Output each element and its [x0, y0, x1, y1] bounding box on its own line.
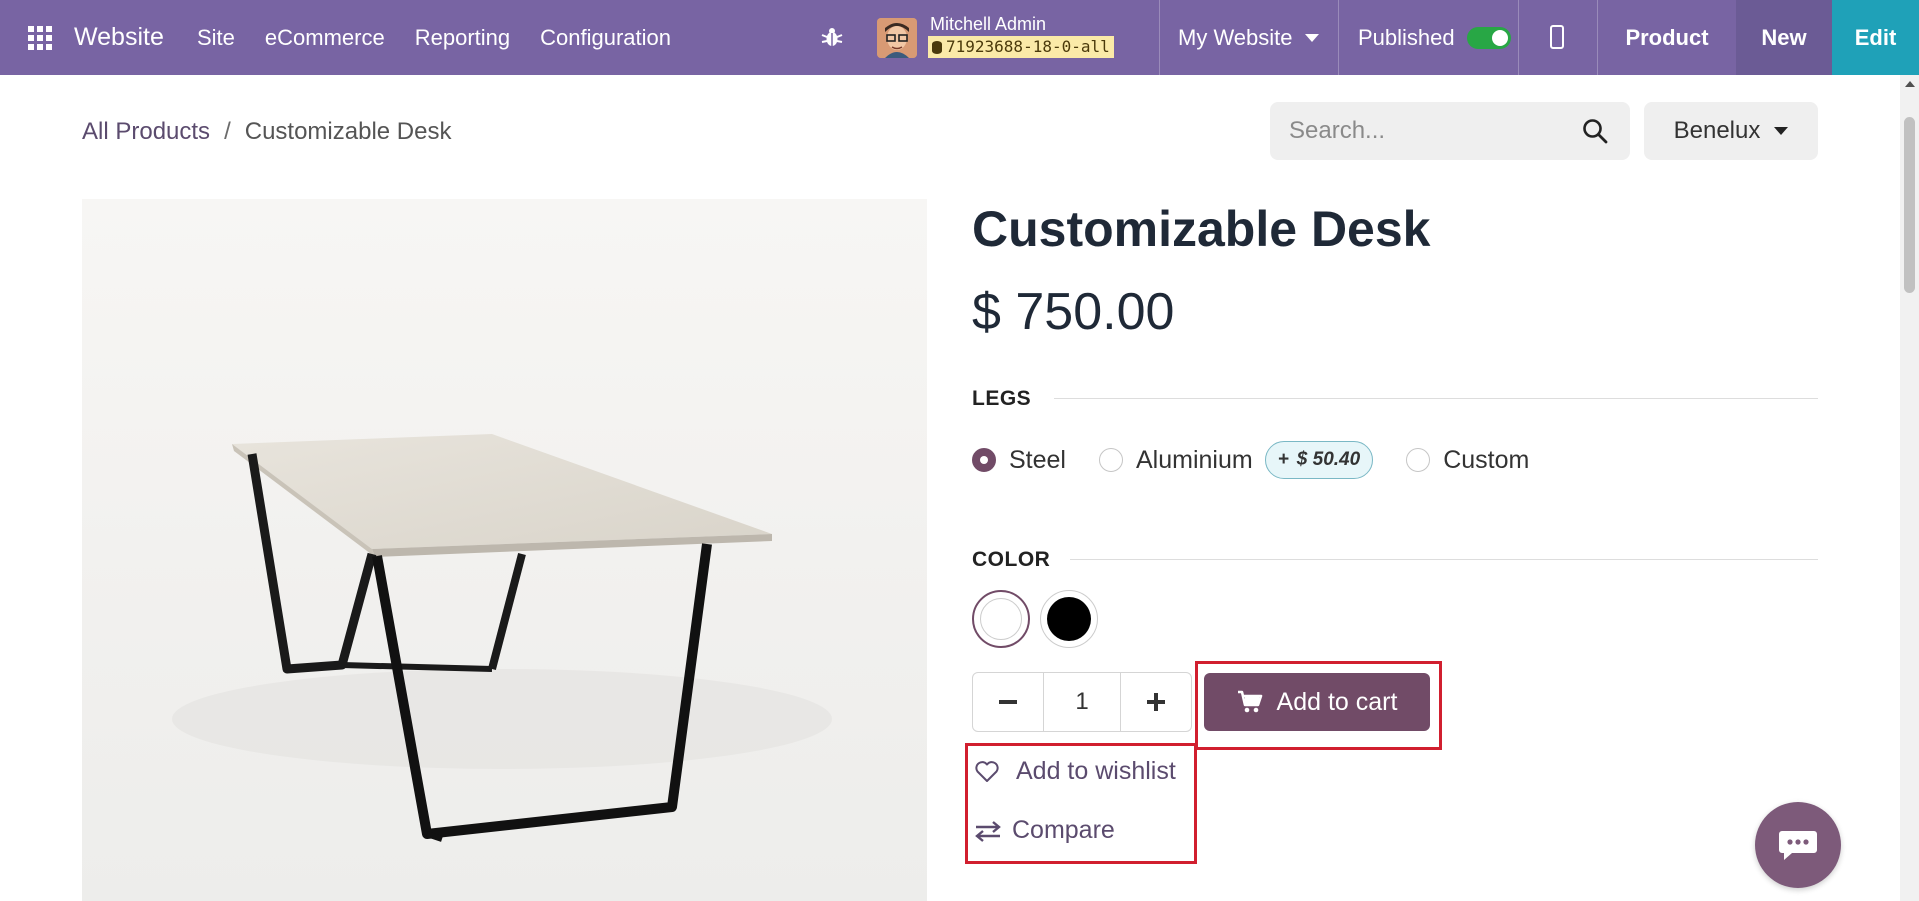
website-selector[interactable]: My Website — [1178, 25, 1319, 51]
bug-icon[interactable] — [820, 25, 844, 49]
app-brand[interactable]: Website — [74, 23, 164, 52]
chat-icon — [1779, 831, 1817, 860]
search-input[interactable] — [1289, 117, 1569, 145]
chevron-down-icon — [1304, 34, 1319, 42]
desk-illustration — [172, 434, 832, 842]
product-menu-button[interactable]: Product — [1598, 0, 1736, 75]
quantity-increase-button[interactable] — [1121, 673, 1191, 731]
legs-option-aluminium-label[interactable]: Aluminium — [1136, 446, 1253, 475]
compare-label: Compare — [1012, 816, 1115, 844]
database-name: 71923688-18-0-all — [946, 37, 1110, 56]
price-extra-sign: + — [1277, 449, 1289, 470]
live-chat-button[interactable] — [1755, 802, 1841, 888]
legs-option-steel-label[interactable]: Steel — [1009, 446, 1066, 475]
color-swatch-black[interactable] — [1040, 590, 1098, 648]
exchange-icon — [975, 820, 1001, 842]
scrollbar-thumb[interactable] — [1904, 117, 1915, 293]
quantity-input[interactable] — [1043, 673, 1121, 731]
apps-grid-icon — [28, 25, 52, 50]
published-label: Published — [1358, 25, 1455, 50]
database-badge: 71923688-18-0-all — [928, 36, 1114, 58]
database-icon — [932, 40, 942, 54]
attribute-color-label: COLOR — [972, 548, 1051, 571]
apps-menu-button[interactable] — [0, 0, 80, 75]
menu-item-configuration[interactable]: Configuration — [540, 25, 671, 51]
quantity-stepper — [972, 672, 1192, 732]
product-search — [1270, 102, 1630, 160]
product-name: Customizable Desk — [972, 201, 1431, 257]
legs-options: Steel Aluminium + $ 50.40 Custom — [972, 441, 1529, 479]
price-extra-badge: + $ 50.40 — [1264, 441, 1374, 479]
plus-icon — [1147, 693, 1165, 711]
menu-item-site[interactable]: Site — [197, 25, 235, 51]
menu-item-ecommerce[interactable]: eCommerce — [265, 25, 385, 51]
published-switch[interactable] — [1466, 27, 1511, 49]
legs-option-custom-label[interactable]: Custom — [1443, 446, 1529, 475]
pricelist-dropdown[interactable]: Benelux — [1644, 102, 1818, 160]
user-name[interactable]: Mitchell Admin — [930, 14, 1046, 35]
publish-toggle[interactable]: Published — [1358, 25, 1511, 51]
main-menu: Site eCommerce Reporting Configuration — [197, 25, 671, 51]
breadcrumb-current: Customizable Desk — [244, 118, 452, 145]
add-to-wishlist-label: Add to wishlist — [1016, 757, 1176, 785]
compare-button[interactable]: Compare — [974, 816, 1115, 845]
navbar-divider — [1518, 0, 1519, 75]
breadcrumb-separator: / — [224, 118, 231, 145]
minus-icon — [999, 700, 1017, 704]
legs-radio-custom[interactable] — [1406, 448, 1431, 472]
page-scrollbar[interactable] — [1900, 75, 1919, 901]
pricelist-selected: Benelux — [1673, 117, 1761, 144]
mobile-preview-icon[interactable] — [1550, 25, 1564, 49]
new-button[interactable]: New — [1736, 0, 1832, 75]
top-navbar: Website Site eCommerce Reporting Configu… — [0, 0, 1919, 75]
highlight-box-add-to-cart — [1195, 661, 1442, 750]
add-to-wishlist-button[interactable]: Add to wishlist — [974, 757, 1176, 786]
color-swatch-white[interactable] — [972, 590, 1030, 648]
heart-icon — [975, 760, 999, 782]
quantity-decrease-button[interactable] — [973, 673, 1043, 731]
chevron-down-icon — [1774, 127, 1789, 135]
price-extra-amount: $ 50.40 — [1296, 449, 1361, 470]
website-selector-label: My Website — [1178, 25, 1293, 50]
product-price: $ 750.00 — [972, 283, 1175, 341]
attribute-divider — [1054, 398, 1818, 399]
search-icon[interactable] — [1582, 118, 1608, 144]
product-image[interactable] — [82, 199, 927, 901]
navbar-divider — [1159, 0, 1160, 75]
attribute-legs-label: LEGS — [972, 387, 1032, 410]
edit-button[interactable]: Edit — [1832, 0, 1919, 75]
user-avatar[interactable] — [877, 18, 917, 58]
navbar-divider — [1338, 0, 1339, 75]
breadcrumb-all-products[interactable]: All Products — [82, 118, 210, 146]
attribute-divider — [1070, 559, 1818, 560]
legs-radio-aluminium[interactable] — [1098, 448, 1123, 472]
breadcrumb: All Products / Customizable Desk — [82, 118, 451, 146]
menu-item-reporting[interactable]: Reporting — [415, 25, 510, 51]
scroll-up-arrow-icon[interactable] — [1905, 81, 1915, 87]
legs-radio-steel[interactable] — [972, 448, 996, 472]
